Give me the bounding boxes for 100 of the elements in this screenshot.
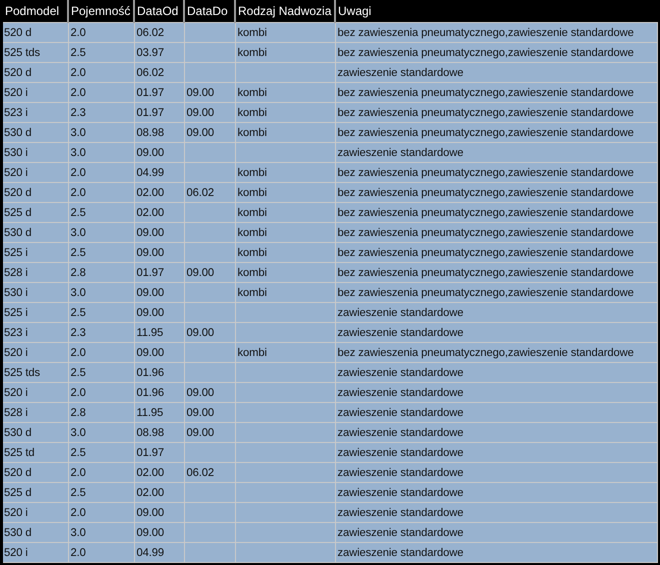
table-cell: 525 d (4, 486, 32, 498)
table-cell: zawieszenie standardowe (338, 466, 464, 478)
table-cell: 2.5 (70, 446, 86, 458)
table-cell: 530 d (4, 426, 32, 438)
table-cell: 09.00 (186, 386, 214, 398)
table-cell: 09.00 (186, 106, 214, 118)
table-cell: 2.0 (70, 86, 86, 98)
table-cell: bez zawieszenia pneumatycznego,zawieszenie standardowe (338, 266, 634, 278)
table-cell: 520 d (4, 66, 32, 78)
table-cell: 2.8 (70, 266, 86, 278)
table-cell: zawieszenie standardowe (338, 146, 464, 158)
table-cell: 525 d (4, 206, 32, 218)
table-cell: 520 d (4, 186, 32, 198)
table-cell: kombi (238, 86, 267, 98)
table-cell: 01.97 (136, 446, 164, 458)
table-cell: bez zawieszenia pneumatycznego,zawieszenie standardowe (338, 26, 634, 38)
table-cell: 02.00 (136, 186, 164, 198)
table-cell: kombi (238, 166, 267, 178)
table-cell: 2.0 (70, 346, 86, 358)
table-cell: 03.97 (136, 46, 164, 58)
table-cell: zawieszenie standardowe (338, 486, 464, 498)
table-cell: 09.00 (136, 506, 164, 518)
table-cell: 2.5 (70, 246, 86, 258)
table-cell: bez zawieszenia pneumatycznego,zawieszenie standardowe (338, 286, 634, 298)
table-cell: 09.00 (186, 326, 214, 338)
table-cell: bez zawieszenia pneumatycznego,zawieszenie standardowe (338, 46, 634, 58)
table-cell: bez zawieszenia pneumatycznego,zawieszenie standardowe (338, 226, 634, 238)
table-cell: 02.00 (136, 466, 164, 478)
table-cell: 525 i (4, 246, 28, 258)
table-cell: 09.00 (136, 306, 164, 318)
table-cell: 2.0 (70, 186, 86, 198)
table-cell: zawieszenie standardowe (338, 526, 464, 538)
table-cell: 2.3 (70, 326, 86, 338)
table-cell: 06.02 (136, 66, 164, 78)
table-cell: kombi (238, 226, 267, 238)
table-cell: 2.0 (70, 386, 86, 398)
table-cell: bez zawieszenia pneumatycznego,zawieszenie standardowe (338, 186, 634, 198)
column-header[interactable]: Podmodel (3, 4, 67, 18)
table-cell: 04.99 (136, 166, 164, 178)
table-cell: 2.5 (70, 306, 86, 318)
table-cell: kombi (238, 186, 267, 198)
table-cell: 11.95 (136, 326, 164, 338)
table-cell: 520 i (4, 86, 28, 98)
table-cell: 09.00 (186, 406, 214, 418)
table-cell: kombi (238, 106, 267, 118)
table-cell: 530 d (4, 126, 32, 138)
table-cell: 520 i (4, 166, 28, 178)
table-cell: 530 d (4, 226, 32, 238)
table-cell: 2.0 (70, 506, 86, 518)
table-cell: 520 i (4, 546, 28, 558)
table-cell: 3.0 (70, 226, 86, 238)
table-cell: zawieszenie standardowe (338, 306, 464, 318)
column-header[interactable]: DataDo (185, 4, 234, 18)
column-header[interactable]: DataOd (135, 4, 183, 18)
table-cell: kombi (238, 126, 267, 138)
table-cell: 525 tds (4, 366, 40, 378)
table-cell: 2.8 (70, 406, 86, 418)
table-cell: 525 i (4, 306, 28, 318)
table-cell: 525 td (4, 446, 35, 458)
table-cell: 09.00 (136, 246, 164, 258)
table-cell: 04.99 (136, 546, 164, 558)
table-cell: zawieszenie standardowe (338, 506, 464, 518)
table-cell: 08.98 (136, 426, 164, 438)
table-cell: 3.0 (70, 146, 86, 158)
table-cell: 528 i (4, 266, 28, 278)
table-cell: bez zawieszenia pneumatycznego,zawieszenie standardowe (338, 246, 634, 258)
table-cell: 01.97 (136, 106, 164, 118)
table-cell: 3.0 (70, 426, 86, 438)
table-cell: zawieszenie standardowe (338, 446, 464, 458)
table-cell: 01.97 (136, 86, 164, 98)
table-cell: 08.98 (136, 126, 164, 138)
table-cell: bez zawieszenia pneumatycznego,zawieszenie standardowe (338, 106, 634, 118)
table-cell: kombi (238, 26, 267, 38)
table-cell: zawieszenie standardowe (338, 406, 464, 418)
table-cell: 3.0 (70, 526, 86, 538)
table-cell: 02.00 (136, 486, 164, 498)
column-header[interactable]: Rodzaj Nadwozia (236, 4, 334, 18)
table-cell: 01.96 (136, 366, 164, 378)
table-cell: 11.95 (136, 406, 164, 418)
table-cell: 528 i (4, 406, 28, 418)
table-cell: kombi (238, 346, 267, 358)
table-cell: zawieszenie standardowe (338, 326, 464, 338)
table-cell: 2.0 (70, 546, 86, 558)
table-cell: bez zawieszenia pneumatycznego,zawieszenie standardowe (338, 166, 634, 178)
table-cell: kombi (238, 286, 267, 298)
table-cell: 520 i (4, 386, 28, 398)
table-cell: 2.0 (70, 26, 86, 38)
table-cell: 09.00 (186, 266, 214, 278)
column-header[interactable]: Uwagi (336, 4, 657, 18)
table-cell: 525 tds (4, 46, 40, 58)
table-cell: 520 i (4, 346, 28, 358)
table-cell: 520 i (4, 506, 28, 518)
table-cell: bez zawieszenia pneumatycznego,zawieszenie standardowe (338, 346, 634, 358)
table-cell: 09.00 (136, 346, 164, 358)
table-cell: 2.5 (70, 366, 86, 378)
table-cell: zawieszenie standardowe (338, 386, 464, 398)
table-cell: 06.02 (186, 466, 214, 478)
table-cell: 3.0 (70, 126, 86, 138)
column-header[interactable]: Pojemność (69, 4, 133, 18)
table-cell: 09.00 (136, 226, 164, 238)
